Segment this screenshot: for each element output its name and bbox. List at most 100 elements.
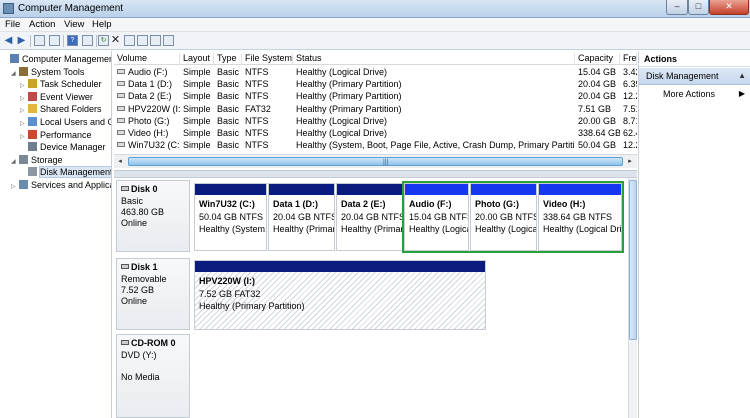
volume-cell: Data 1 (D:)	[114, 78, 180, 90]
volume-cell: Healthy (Primary Partition)	[293, 103, 575, 115]
expanded-icon[interactable]: ◢	[11, 156, 19, 168]
volume-cell: NTFS	[242, 78, 293, 90]
volume-cell: NTFS	[242, 127, 293, 139]
forward-icon[interactable]: ▶	[16, 35, 27, 46]
tree-item-storage[interactable]: ◢ Storage	[11, 154, 63, 166]
tree-item-task-scheduler[interactable]: ▷ Task Scheduler	[20, 78, 102, 90]
expanded-icon[interactable]: ◢	[11, 68, 19, 80]
volume-value: Simple	[183, 115, 211, 126]
partition-win7u32-c[interactable]: Win7U32 (C:) 50.04 GB NTFS Healthy (System…	[194, 183, 267, 251]
volume-row[interactable]: HPV220W (I:) Simple Basic FAT32 Healthy (Pri…	[114, 103, 637, 115]
volume-value: 6.39	[623, 79, 637, 90]
partition-hpv220w-i[interactable]: HPV220W (I:) 7.52 GB FAT32 Healthy (Primar…	[194, 260, 486, 330]
column-header-type[interactable]: Type	[214, 53, 242, 65]
tree-item-performance[interactable]: ▷ Performance	[20, 129, 92, 141]
open-icon[interactable]	[124, 35, 135, 46]
tree-item-system-tools[interactable]: ◢ System Tools	[11, 66, 84, 78]
storage-icon	[19, 154, 28, 164]
disk-name: Disk 0	[121, 183, 185, 196]
delete-icon[interactable]: ✕	[110, 35, 121, 46]
column-header-status[interactable]: Status	[293, 53, 575, 65]
volume-value: Simple	[183, 140, 211, 151]
volume-value: Basic	[217, 128, 240, 138]
collapse-up-icon[interactable]: ▲	[738, 71, 746, 80]
close-button[interactable]: ✕	[709, 0, 749, 15]
scroll-right-icon[interactable]: ▸	[625, 156, 635, 167]
menu-file[interactable]: File	[5, 19, 20, 30]
tree-item-device-manager[interactable]: Device Manager	[20, 141, 106, 153]
maximize-button[interactable]: □	[688, 0, 709, 15]
horizontal-scrollbar[interactable]: ◂ ||| ▸	[114, 154, 637, 168]
drive-icon	[117, 142, 125, 148]
volume-value: 50.04 GB	[578, 140, 617, 151]
partition-status: Healthy (Primary Pa	[273, 224, 334, 234]
disk-kind: Removable	[121, 274, 167, 284]
help-icon[interactable]: ?	[67, 35, 78, 46]
column-header-capacity[interactable]: Capacity	[575, 53, 620, 65]
menu-help[interactable]: Help	[92, 19, 112, 30]
more-actions-item[interactable]: More Actions ▶	[639, 88, 750, 102]
actions-section-label: Disk Management	[646, 71, 719, 81]
volume-name: Data 1 (D:)	[128, 79, 173, 90]
partition-data-2-e[interactable]: Data 2 (E:) 20.04 GB NTFS Healthy (Primary…	[336, 183, 403, 251]
refresh-icon[interactable]: ↻	[98, 35, 109, 46]
settings-icon[interactable]	[137, 35, 148, 46]
tree-item-services-and-applicati[interactable]: ▷ Services and Applicati	[11, 179, 111, 193]
volume-row[interactable]: Photo (G:) Simple Basic NTFS Healthy (Logica…	[114, 115, 637, 127]
column-header-volume[interactable]: Volume	[114, 53, 180, 65]
tree-item-shared-folders[interactable]: ▷ Shared Folders	[20, 103, 102, 115]
disk-header-cd-rom-0[interactable]: CD-ROM 0 DVD (Y:) No Media	[116, 334, 190, 418]
tree-item-label: Local Users and Gro	[40, 117, 111, 127]
disk-header-disk-1[interactable]: Disk 1 Removable 7.52 GB Online	[116, 258, 190, 330]
export-icon[interactable]	[150, 35, 161, 46]
volume-name: Audio (F:)	[128, 67, 168, 77]
tree-item-computer-management[interactable]: Computer Management	[2, 53, 111, 65]
partition-color-bar	[337, 184, 402, 195]
properties-icon[interactable]	[82, 35, 93, 46]
actions-section-disk-management[interactable]: Disk Management ▲	[639, 68, 750, 85]
volume-cell: 50.04 GB	[575, 139, 620, 151]
minimize-button[interactable]: –	[666, 0, 688, 15]
column-header-layout[interactable]: Layout	[180, 53, 214, 65]
navigation-tree: Computer Management ◢ System Tools ▷ Task Sc…	[0, 51, 112, 418]
volume-cell: Basic	[214, 90, 242, 102]
disk-kind: DVD (Y:)	[121, 350, 157, 360]
disk-size: 463.80 GB	[121, 207, 165, 217]
volume-value: 7.51	[623, 103, 637, 114]
back-icon[interactable]: ◀	[3, 35, 14, 46]
scroll-left-icon[interactable]: ◂	[115, 156, 125, 167]
actions-pane: Actions Disk Management ▲ More Actions ▶	[638, 51, 750, 418]
show-tree-icon[interactable]	[49, 35, 60, 46]
volume-row[interactable]: Audio (F:) Simple Basic NTFS Healthy (Logica…	[114, 66, 637, 78]
disk-state: Online	[121, 218, 148, 228]
partition-data-1-d[interactable]: Data 1 (D:) 20.04 GB NTFS Healthy (Primary…	[268, 183, 335, 251]
volume-cell: Basic	[214, 115, 242, 127]
up-folder-icon[interactable]	[34, 35, 45, 46]
menu-action[interactable]: Action	[29, 19, 55, 30]
pane-splitter[interactable]	[114, 170, 637, 178]
volume-row[interactable]: Video (H:) Simple Basic NTFS Healthy (Logica…	[114, 127, 637, 139]
volume-row[interactable]: Win7U32 (C:) Simple Basic NTFS Healthy (Syst…	[114, 139, 637, 151]
column-header-free-space[interactable]: Fre	[620, 53, 637, 65]
volume-cell: Win7U32 (C:)	[114, 139, 180, 151]
column-header-file-system[interactable]: File System	[242, 53, 293, 65]
volume-value: Simple	[183, 79, 211, 90]
tree-item-event-viewer[interactable]: ▷ Event Viewer	[20, 91, 93, 103]
tree-item-local-users-and-gro[interactable]: ▷Local Users and Gro	[20, 116, 111, 128]
vertical-scrollbar-thumb[interactable]	[629, 180, 637, 340]
scrollbar-thumb[interactable]: |||	[128, 157, 623, 166]
volume-row[interactable]: Data 2 (E:) Simple Basic NTFS Healthy (Prima…	[114, 90, 637, 102]
scrollbar-grip-icon: |||	[383, 159, 389, 166]
volume-row[interactable]: Data 1 (D:) Simple Basic NTFS Healthy (Prima…	[114, 78, 637, 90]
volume-value: Simple	[183, 91, 211, 102]
console-icon[interactable]	[163, 35, 174, 46]
collapsed-icon[interactable]: ▷	[11, 181, 19, 193]
partition-status: Healthy (System, Bo	[199, 224, 267, 234]
volume-value: NTFS	[245, 115, 269, 126]
menu-view[interactable]: View	[64, 19, 84, 30]
vertical-scrollbar[interactable]	[628, 178, 637, 418]
volume-value: 7.51 GB	[578, 103, 612, 114]
disk-header-disk-0[interactable]: Disk 0 Basic 463.80 GB Online	[116, 180, 190, 252]
tree-item-disk-management[interactable]: Disk Management	[20, 166, 111, 179]
more-actions-label: More Actions	[663, 89, 716, 99]
